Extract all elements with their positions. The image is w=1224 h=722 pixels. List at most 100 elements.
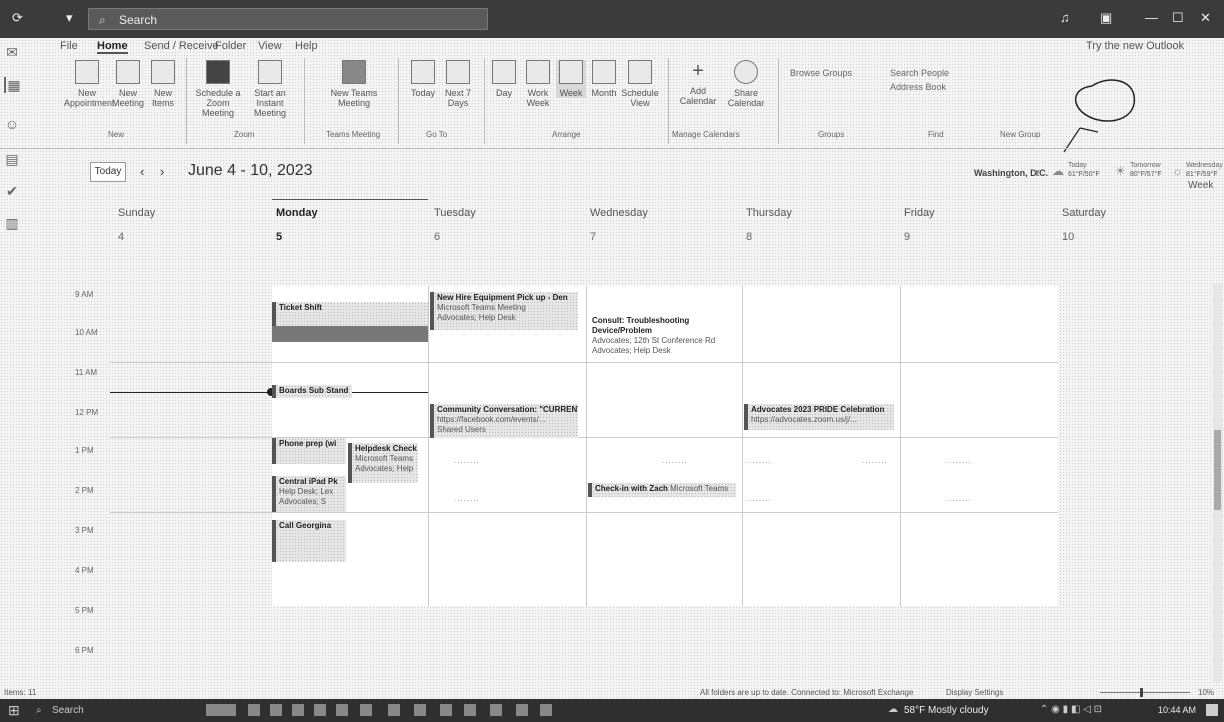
chevron-down-icon[interactable]: ▾ [66, 10, 73, 26]
group-label-new: New [108, 130, 125, 139]
new-appointment-button[interactable]: New Appointment [64, 60, 115, 108]
restore-window-icon[interactable]: ▣ [1100, 10, 1112, 26]
location-chevron-icon[interactable]: ▾ [1034, 166, 1040, 179]
new-meeting-button[interactable]: New Meeting [110, 60, 146, 108]
taskbar-app-icon[interactable] [360, 704, 372, 716]
next-week-button[interactable]: › [160, 164, 164, 179]
new-teams-meeting-button[interactable]: New Teams Meeting [318, 60, 390, 108]
tasks-icon[interactable]: ✔ [4, 183, 20, 199]
taskbar-app-icon[interactable] [490, 704, 502, 716]
taskbar-search[interactable]: Search [52, 705, 84, 716]
taskbar-app-icon[interactable] [206, 704, 236, 716]
week-view-button[interactable]: Week [556, 60, 586, 98]
taskbar-app-icon[interactable] [388, 704, 400, 716]
taskbar-app-icon[interactable] [336, 704, 348, 716]
event-helpdesk-check[interactable]: Helpdesk Check Microsoft Teams Advocates… [348, 443, 418, 483]
event-ticket-shift-footer[interactable] [272, 326, 428, 342]
taskbar-app-icon[interactable] [314, 704, 326, 716]
next-7-days-button[interactable]: Next 7 Days [440, 60, 476, 108]
bell-icon[interactable]: ♫ [1060, 10, 1070, 25]
tab-view[interactable]: View [258, 40, 282, 52]
day-header-thursday[interactable]: Thursday [746, 207, 792, 219]
time-label: 3 PM [75, 526, 94, 535]
share-calendar-button[interactable]: Share Calendar [724, 60, 768, 108]
apps-icon[interactable]: ▥ [4, 215, 20, 231]
time-label: 4 PM [75, 566, 94, 575]
tab-folder[interactable]: Folder [215, 40, 246, 52]
taskbar-app-icon[interactable] [292, 704, 304, 716]
add-calendar-button[interactable]: + Add Calendar [676, 60, 720, 106]
day-number: 4 [118, 231, 125, 243]
people-icon[interactable]: ☺ [4, 116, 20, 132]
close-icon[interactable]: ✕ [1200, 10, 1211, 26]
event-phone-prep[interactable]: Phone prep (wi [272, 438, 346, 464]
tab-help[interactable]: Help [295, 40, 318, 52]
work-week-view-button[interactable]: Work Week [520, 60, 556, 108]
scrollbar-thumb[interactable] [1214, 430, 1221, 510]
month-icon [592, 60, 616, 84]
taskbar-app-icon[interactable] [440, 704, 452, 716]
event-call-georgina[interactable]: Call Georgina [272, 520, 346, 562]
zoom-slider-thumb[interactable] [1140, 688, 1143, 697]
maximize-icon[interactable]: ☐ [1172, 10, 1184, 26]
today-button[interactable]: Today [408, 60, 438, 98]
windows-start-icon[interactable]: ⊞ [8, 702, 20, 719]
week-view-dropdown[interactable]: Week [1188, 180, 1213, 191]
notification-icon[interactable] [1206, 704, 1218, 716]
search-people-input[interactable]: Search People [890, 68, 949, 78]
minimize-icon[interactable]: — [1145, 10, 1158, 25]
event-boards-sub-stand[interactable]: Boards Sub Stand [272, 385, 352, 398]
day-header-friday[interactable]: Friday [904, 207, 935, 219]
sun-icon: ☀ [1115, 164, 1126, 178]
event-consult-troubleshooting[interactable]: Consult: Troubleshooting Device/Problem … [592, 316, 740, 360]
day-header-saturday[interactable]: Saturday [1062, 207, 1106, 219]
calendar-icon[interactable]: ▦ [4, 77, 22, 93]
title-bar: ⟳ ▾ ⌕ Search ♫ ▣ — ☐ ✕ [0, 0, 1224, 38]
search-input[interactable]: ⌕ Search [88, 8, 488, 30]
group-label-new-group: New Group [1000, 130, 1041, 139]
day-header-tuesday[interactable]: Tuesday [434, 207, 476, 219]
taskbar-weather[interactable]: 58°F Mostly cloudy [904, 705, 989, 716]
event-advocates-pride[interactable]: Advocates 2023 PRIDE Celebration https:/… [744, 404, 894, 430]
event-new-hire-pickup[interactable]: New Hire Equipment Pick up - Den Microso… [430, 292, 578, 330]
schedule-view-button[interactable]: Schedule View [620, 60, 660, 108]
refresh-icon[interactable]: ⟳ [12, 10, 23, 26]
tab-send-receive[interactable]: Send / Receive [144, 40, 219, 52]
month-view-button[interactable]: Month [588, 60, 620, 98]
taskbar-app-icon[interactable] [270, 704, 282, 716]
display-settings-button[interactable]: Display Settings [946, 688, 1003, 697]
taskbar-app-icon[interactable] [414, 704, 426, 716]
new-items-button[interactable]: New Items [148, 60, 178, 108]
address-book-button[interactable]: Address Book [890, 82, 946, 92]
try-new-outlook-toggle[interactable]: Try the new Outlook [1086, 40, 1184, 52]
day-header-wednesday[interactable]: Wednesday [590, 207, 648, 219]
day-icon [492, 60, 516, 84]
event-central-ipad-pickup[interactable]: Central iPad Pk Help Desk; Lex Advocates… [272, 476, 346, 512]
day-view-button[interactable]: Day [490, 60, 518, 98]
taskbar-search-icon[interactable]: ⌕ [36, 705, 42, 716]
taskbar-app-icon[interactable] [540, 704, 552, 716]
previous-week-button[interactable]: ‹ [140, 164, 144, 179]
zoom-icon [206, 60, 230, 84]
day-header-sunday[interactable]: Sunday [118, 207, 155, 219]
taskbar-app-icon[interactable] [464, 704, 476, 716]
zoom-slider[interactable] [1100, 692, 1190, 693]
schedule-zoom-button[interactable]: Schedule a Zoom Meeting [192, 60, 244, 118]
video-icon [258, 60, 282, 84]
event-community-conversation[interactable]: Community Conversation: "CURRENT https:/… [430, 404, 578, 438]
today-nav-button[interactable]: Today [90, 162, 126, 182]
browse-groups-button[interactable]: Browse Groups [790, 68, 852, 78]
weather-today-label: Today [1068, 162, 1087, 169]
taskbar-app-icon[interactable] [516, 704, 528, 716]
instant-meeting-button[interactable]: Start an Instant Meeting [244, 60, 296, 118]
system-tray-icons[interactable]: ⌃ ◉ ▮ ◧ ◁ ⊡ [1040, 704, 1102, 715]
day-header-monday[interactable]: Monday [276, 207, 318, 219]
notes-icon[interactable]: ▤ [4, 151, 20, 167]
taskbar-clock[interactable]: 10:44 AM [1158, 705, 1196, 715]
time-label: 12 PM [75, 408, 99, 417]
tab-home[interactable]: Home [97, 40, 128, 54]
tab-file[interactable]: File [60, 40, 78, 52]
mail-icon[interactable]: ✉ [4, 44, 20, 60]
event-checkin-zach[interactable]: Check-in with Zach Microsoft Teams [588, 483, 736, 497]
taskbar-app-icon[interactable] [248, 704, 260, 716]
